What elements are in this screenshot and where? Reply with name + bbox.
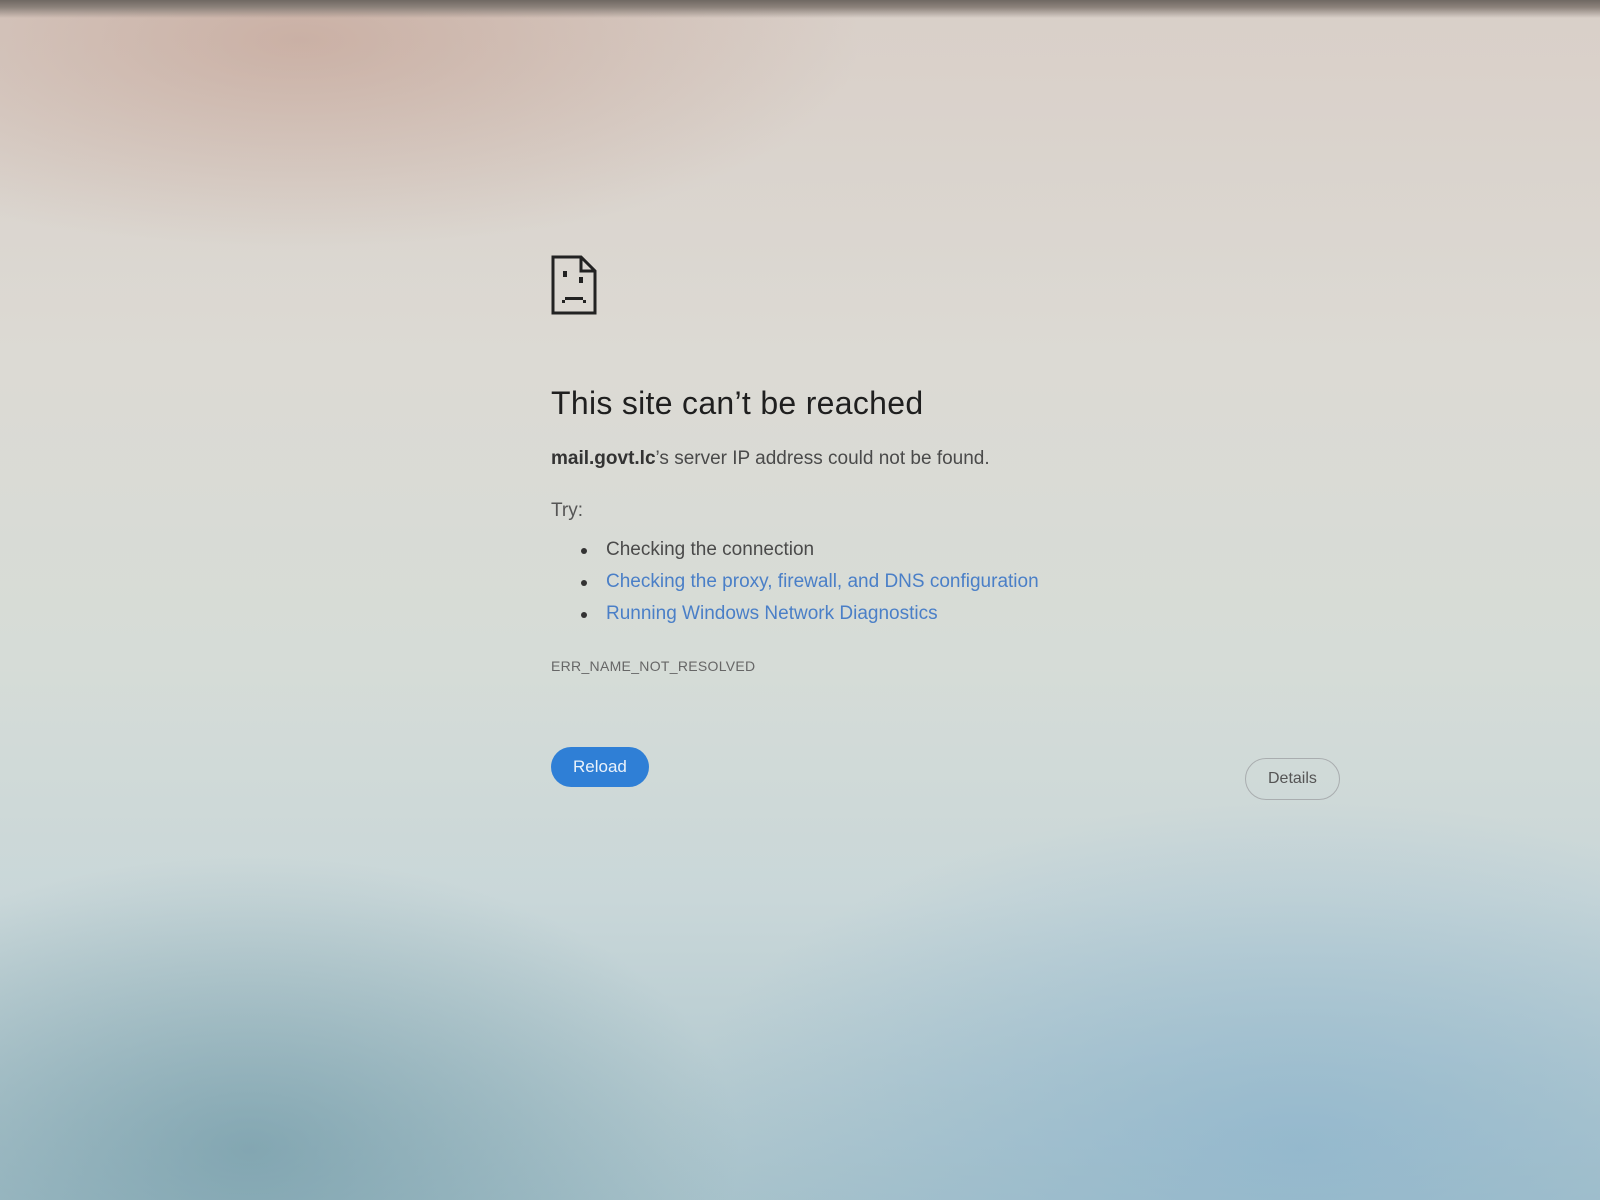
- hostname: mail.govt.lc: [551, 448, 656, 469]
- try-label: Try:: [551, 500, 584, 521]
- error-code: ERR_NAME_NOT_RESOLVED: [551, 658, 756, 674]
- suggestion-network-diagnostics-link[interactable]: Running Windows Network Diagnostics: [581, 598, 1351, 630]
- suggestion-list: Checking the connection Checking the pro…: [551, 534, 1351, 630]
- error-summary: mail.govt.lc’s server IP address could n…: [551, 448, 1351, 470]
- sad-file-icon: [551, 255, 597, 315]
- details-button[interactable]: Details: [1245, 758, 1340, 800]
- suggestion-check-connection: Checking the connection: [581, 534, 1351, 566]
- error-page: This site can’t be reached mail.govt.lc’…: [551, 255, 1351, 800]
- page-title: This site can’t be reached: [551, 385, 924, 421]
- monitor-bezel: [0, 0, 1600, 18]
- suggestion-proxy-firewall-dns-link[interactable]: Checking the proxy, firewall, and DNS co…: [581, 566, 1351, 598]
- reload-button[interactable]: Reload: [551, 747, 649, 787]
- error-summary-text: ’s server IP address could not be found.: [655, 448, 990, 469]
